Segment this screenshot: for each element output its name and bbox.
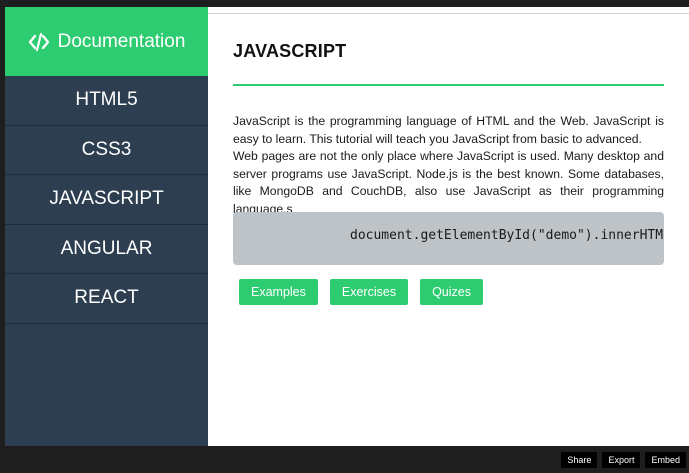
bottom-bar: Share Export Embed xyxy=(0,446,689,473)
share-button[interactable]: Share xyxy=(561,452,598,468)
sidebar-item-css3[interactable]: CSS3 xyxy=(5,126,208,175)
action-buttons: Examples Exercises Quizes xyxy=(239,279,483,305)
embed-button[interactable]: Embed xyxy=(645,452,686,468)
brand-label: Documentation xyxy=(57,30,186,52)
top-divider xyxy=(208,7,689,14)
title-divider xyxy=(233,84,664,86)
intro-paragraph-2: Web pages are not the only place where J… xyxy=(233,149,664,216)
intro-paragraph-1: JavaScript is the programming language o… xyxy=(233,114,664,146)
examples-button[interactable]: Examples xyxy=(239,279,318,305)
page-title: JAVASCRIPT xyxy=(233,41,347,61)
intro-text: JavaScript is the programming language o… xyxy=(233,113,664,218)
code-block: document.getElementById("demo").innerHTM… xyxy=(233,212,664,265)
export-button[interactable]: Export xyxy=(602,452,641,468)
quizes-button[interactable]: Quizes xyxy=(420,279,483,305)
sidebar: Documentation HTML5 CSS3 JAVASCRIPT ANGU… xyxy=(5,7,208,446)
bottom-actions: Share Export Embed xyxy=(561,452,686,468)
brand-header[interactable]: Documentation xyxy=(5,7,208,76)
app-frame: Documentation HTML5 CSS3 JAVASCRIPT ANGU… xyxy=(0,0,689,473)
code-line: document.getElementById("demo").innerHTM… xyxy=(350,228,664,243)
code-icon xyxy=(28,31,50,53)
sidebar-item-html5[interactable]: HTML5 xyxy=(5,76,208,126)
sidebar-item-react[interactable]: REACT xyxy=(5,274,208,324)
sidebar-item-javascript[interactable]: JAVASCRIPT xyxy=(5,175,208,225)
sidebar-item-angular[interactable]: ANGULAR xyxy=(5,225,208,274)
exercises-button[interactable]: Exercises xyxy=(329,279,409,305)
main-content: JAVASCRIPT JavaScript is the programming… xyxy=(208,7,689,446)
